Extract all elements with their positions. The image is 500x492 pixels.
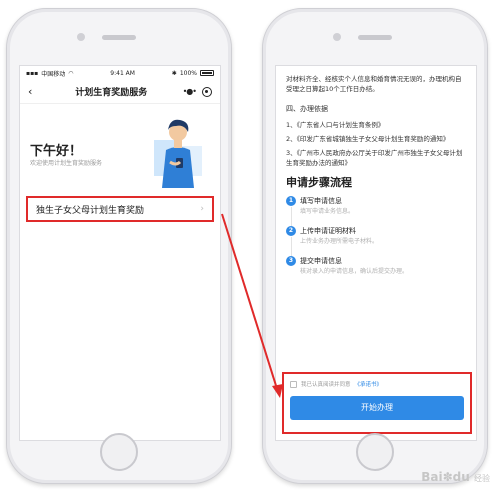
battery-percent: 100%: [179, 69, 197, 77]
more-dots-icon[interactable]: •●•: [183, 87, 197, 96]
clock-label: 9:41 AM: [110, 69, 135, 77]
right-screen: 对材料齐全、经核实个人信息和婚育情况无误的，办理机构自受理之日算起10个工作日办…: [275, 65, 477, 441]
basis-heading: 四、办理依据: [286, 105, 328, 113]
step-description: 填写申请业务信息。: [300, 208, 355, 215]
back-arrow-icon[interactable]: ‹: [28, 85, 40, 98]
agree-text: 我已认真阅读并同意: [301, 382, 351, 388]
greeting-text: 下午好！: [30, 144, 83, 159]
step-number-badge: 3: [286, 256, 296, 266]
nav-bar: ‹ 计划生育奖励服务 •●•: [20, 80, 220, 104]
basis-item: 2、《印发广东省城镇独生子女父母计划生育奖励的通知》: [286, 135, 450, 143]
step-title: 提交申请信息: [300, 257, 342, 265]
guide-document: 对材料齐全、经核实个人信息和婚育情况无误的，办理机构自受理之日算起10个工作日办…: [276, 66, 476, 278]
step-item: 2 上传申请证明材料 上传业务办理所需电子材料。: [286, 226, 466, 261]
welcome-text: 欢迎使用计划生育奖励服务: [30, 160, 103, 167]
bluetooth-icon: ✱: [171, 69, 177, 77]
right-phone: 对材料齐全、经核实个人信息和婚育情况无误的，办理机构自受理之日算起10个工作日办…: [262, 8, 488, 484]
steps-title: 申请步骤流程: [286, 176, 352, 189]
basis-item: 3、《广州市人民政府办公厅关于印发广州市独生子女父母计划生育奖励办法的通知》: [286, 149, 463, 167]
person-illustration: [154, 119, 202, 188]
agree-checkbox[interactable]: [290, 380, 297, 388]
agreement-row: 我已认真阅读并同意 《承诺书》: [290, 380, 464, 388]
start-processing-button[interactable]: 开始办理: [290, 396, 464, 420]
step-description: 核对录入的申请信息，确认后提交办理。: [300, 268, 409, 275]
service-item-label: 独生子女父母计划生育奖励: [36, 205, 145, 216]
baidu-watermark: Bai✽du 经验: [421, 470, 490, 484]
commitment-letter-link[interactable]: 《承诺书》: [355, 380, 383, 388]
battery-icon: [199, 70, 214, 76]
camera-dot: [77, 33, 85, 41]
step-item: 1 填写申请信息 填写申请业务信息。: [286, 196, 466, 231]
paw-icon: ✽: [442, 470, 453, 484]
tutorial-image: ▪▪▪ 中国移动 ◠ 9:41 AM ✱ 100% ‹ 计划生育奖励服务 •●•: [0, 0, 500, 492]
speaker-slot: [358, 35, 392, 40]
step-description: 上传业务办理所需电子材料。: [300, 238, 379, 245]
home-button: [356, 433, 394, 471]
agreement-action-area: 我已认真阅读并同意 《承诺书》 开始办理: [282, 372, 472, 434]
step-number-badge: 1: [286, 196, 296, 206]
step-number-badge: 2: [286, 226, 296, 236]
service-item-only-child-reward[interactable]: 独生子女父母计划生育奖励 ›: [26, 196, 214, 222]
carrier-label: 中国移动: [41, 70, 66, 78]
chevron-right-icon: ›: [200, 204, 204, 214]
left-screen: ▪▪▪ 中国移动 ◠ 9:41 AM ✱ 100% ‹ 计划生育奖励服务 •●•: [19, 65, 221, 441]
camera-dot: [333, 33, 341, 41]
status-bar: ▪▪▪ 中国移动 ◠ 9:41 AM ✱ 100%: [20, 66, 220, 80]
signal-icon: ▪▪▪: [26, 69, 39, 77]
speaker-slot: [102, 35, 136, 40]
left-phone: ▪▪▪ 中国移动 ◠ 9:41 AM ✱ 100% ‹ 计划生育奖励服务 •●•: [6, 8, 232, 484]
intro-paragraph: 对材料齐全、经核实个人信息和婚育情况无误的，办理机构自受理之日算起10个工作日办…: [286, 75, 462, 93]
home-button: [100, 433, 138, 471]
wifi-icon: ◠: [68, 69, 74, 77]
basis-item: 1、《广东省人口与计划生育条例》: [286, 121, 385, 129]
hero-banner: 下午好！ 欢迎使用计划生育奖励服务: [20, 104, 220, 188]
step-title: 上传申请证明材料: [300, 227, 356, 235]
step-item: 3 提交申请信息 核对录入的申请信息，确认后提交办理。: [286, 256, 466, 278]
page-title: 计划生育奖励服务: [75, 88, 148, 98]
step-title: 填写申请信息: [300, 197, 342, 205]
close-target-icon[interactable]: [202, 86, 212, 97]
